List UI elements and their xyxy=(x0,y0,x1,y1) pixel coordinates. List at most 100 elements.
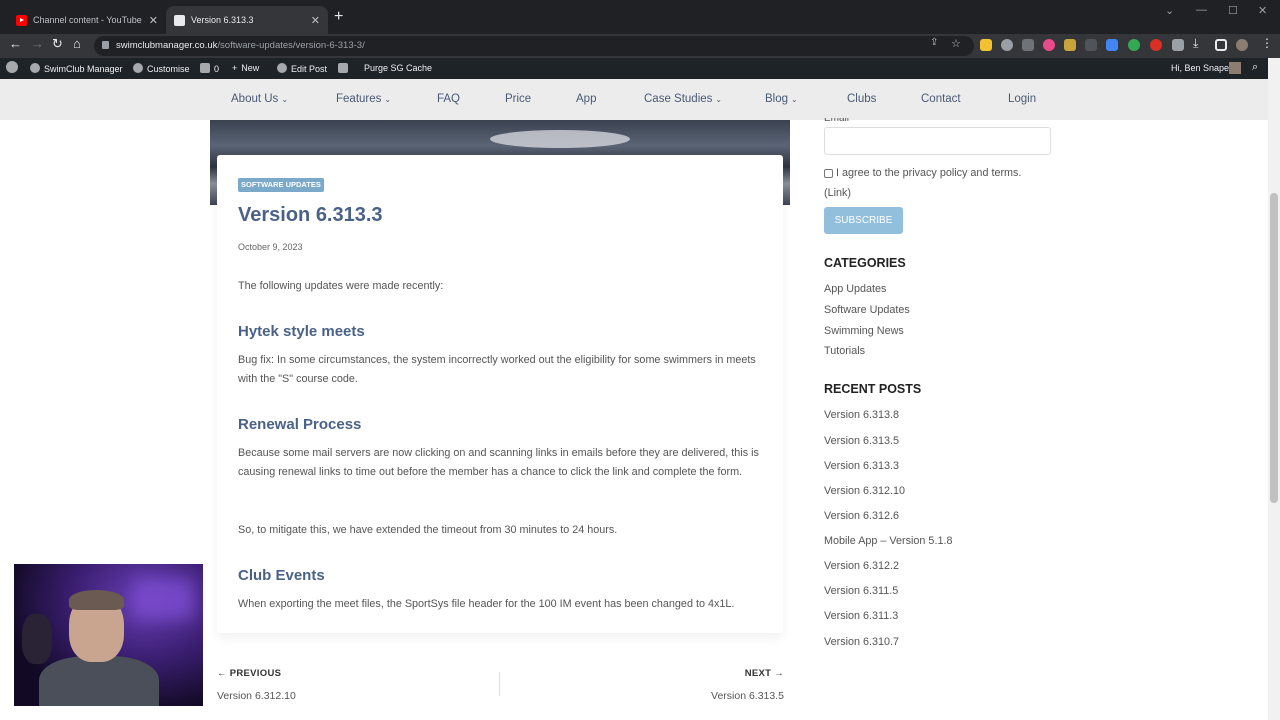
previous-post-link[interactable]: Version 6.312.10 xyxy=(217,690,296,702)
section-paragraph: When exporting the meet files, the Sport… xyxy=(238,598,735,610)
post-date: October 9, 2023 xyxy=(238,242,303,252)
recent-post-link[interactable]: Version 6.310.7 xyxy=(824,636,899,648)
nav-case-studies[interactable]: Case Studies ⌄ xyxy=(644,93,722,105)
download-icon[interactable]: ⤓ xyxy=(1193,36,1198,51)
account-greeting[interactable]: Hi, Ben Snape xyxy=(1171,63,1229,73)
maximize-icon[interactable]: ☐ xyxy=(1228,4,1238,17)
extension-notes-icon[interactable] xyxy=(980,39,992,51)
category-link[interactable]: Tutorials xyxy=(824,345,865,357)
nav-faq[interactable]: FAQ xyxy=(437,93,460,105)
category-link[interactable]: App Updates xyxy=(824,283,886,295)
new-tab-icon[interactable]: + xyxy=(334,8,343,26)
plus-icon: + xyxy=(232,63,238,73)
subscribe-button[interactable]: SUBSCRIBE xyxy=(824,207,903,234)
privacy-checkbox[interactable] xyxy=(824,169,833,178)
extensions-puzzle-icon[interactable] xyxy=(1172,39,1184,51)
recent-post-link[interactable]: Version 6.312.2 xyxy=(824,560,899,572)
yoast-icon[interactable] xyxy=(338,63,352,74)
category-badge[interactable]: SOFTWARE UPDATES xyxy=(238,178,324,192)
recent-post-link[interactable]: Version 6.313.5 xyxy=(824,435,899,447)
recent-post-link[interactable]: Version 6.311.5 xyxy=(824,585,898,597)
wordpress-logo-icon[interactable] xyxy=(6,61,22,74)
extension-gear-icon[interactable] xyxy=(1001,39,1013,51)
section-paragraph: So, to mitigate this, we have extended t… xyxy=(238,524,618,536)
next-label[interactable]: NEXT → xyxy=(745,668,784,679)
recent-post-link[interactable]: Version 6.312.6 xyxy=(824,510,899,522)
recent-post-link[interactable]: Version 6.313.3 xyxy=(824,460,899,472)
purge-cache-link[interactable]: Purge SG Cache xyxy=(364,63,432,73)
page-scrollbar[interactable] xyxy=(1268,58,1280,720)
close-tab-icon[interactable]: ✕ xyxy=(149,14,158,27)
comments-link[interactable]: 0 xyxy=(200,63,219,74)
chevron-down-icon: ⌄ xyxy=(384,95,392,104)
extension-red-icon[interactable] xyxy=(1150,39,1162,51)
previous-label[interactable]: ← PREVIOUS xyxy=(217,668,281,679)
nav-login[interactable]: Login xyxy=(1008,93,1036,105)
category-link[interactable]: Software Updates xyxy=(824,304,910,316)
profile-avatar[interactable] xyxy=(1236,39,1248,51)
chevron-down-icon: ⌄ xyxy=(715,95,723,104)
nav-app[interactable]: App xyxy=(576,93,596,105)
window-close-icon[interactable]: ✕ xyxy=(1258,4,1267,17)
extension-crop-icon[interactable] xyxy=(1085,39,1097,51)
section-paragraph: Because some mail servers are now clicki… xyxy=(238,447,759,478)
nav-blog[interactable]: Blog ⌄ xyxy=(765,93,798,105)
share-icon[interactable]: ⇪ xyxy=(930,37,938,48)
section-heading: Renewal Process xyxy=(238,416,362,433)
brush-icon xyxy=(133,63,143,73)
minimize-icon[interactable]: — xyxy=(1196,4,1207,16)
privacy-link[interactable]: (Link) xyxy=(824,187,851,199)
nav-contact[interactable]: Contact xyxy=(921,93,961,105)
recent-post-link[interactable]: Version 6.313.8 xyxy=(824,409,899,421)
dashboard-icon xyxy=(30,63,40,73)
forward-icon[interactable]: → xyxy=(31,36,44,51)
pencil-icon xyxy=(277,63,287,73)
close-tab-icon[interactable]: ✕ xyxy=(311,14,320,27)
extension-mail-icon[interactable] xyxy=(1022,39,1034,51)
new-link[interactable]: + New xyxy=(232,63,259,73)
extension-rss-icon[interactable] xyxy=(1064,39,1076,51)
wave-highlight xyxy=(490,130,630,148)
nav-clubs[interactable]: Clubs xyxy=(847,93,876,105)
tab-version-post[interactable]: Version 6.313.3 ✕ xyxy=(166,6,328,34)
browser-toolbar: ← → ↻ ⌂ swimclubmanager.co.uk/software-u… xyxy=(0,34,1280,58)
youtube-icon xyxy=(16,14,27,26)
back-icon[interactable]: ← xyxy=(9,36,22,51)
home-icon[interactable]: ⌂ xyxy=(73,36,81,51)
search-icon[interactable]: ⌕ xyxy=(1252,61,1258,74)
tab-title: Version 6.313.3 xyxy=(191,15,254,25)
browser-tab-strip: Channel content - YouTube Studio ✕ Versi… xyxy=(0,0,1280,34)
section-heading: Hytek style meets xyxy=(238,323,365,340)
extension-grammarly-icon[interactable] xyxy=(1128,39,1140,51)
email-field[interactable] xyxy=(824,127,1051,155)
bookmark-star-icon[interactable]: ☆ xyxy=(951,37,961,50)
site-navigation: About Us ⌄ Features ⌄ FAQ Price App Case S… xyxy=(0,79,1268,120)
nav-price[interactable]: Price xyxy=(505,93,531,105)
address-bar[interactable]: swimclubmanager.co.uk/software-updates/v… xyxy=(94,36,974,56)
customise-link[interactable]: Customise xyxy=(133,63,190,74)
recent-post-link[interactable]: Version 6.311.3 xyxy=(824,610,898,622)
category-link[interactable]: Swimming News xyxy=(824,325,904,337)
site-name-link[interactable]: SwimClub Manager xyxy=(30,63,123,74)
recent-posts-heading: RECENT POSTS xyxy=(824,382,922,396)
side-panel-icon[interactable] xyxy=(1215,39,1227,51)
post-intro: The following updates were made recently… xyxy=(238,280,444,292)
reload-icon[interactable]: ↻ xyxy=(52,36,63,52)
chevron-down-icon: ⌄ xyxy=(791,95,798,104)
recent-post-link[interactable]: Mobile App – Version 5.1.8 xyxy=(824,535,952,547)
nav-features[interactable]: Features ⌄ xyxy=(336,93,391,105)
scrollbar-thumb[interactable] xyxy=(1270,193,1278,503)
categories-heading: CATEGORIES xyxy=(824,256,906,270)
recent-post-link[interactable]: Version 6.312.10 xyxy=(824,485,905,497)
next-post-link[interactable]: Version 6.313.5 xyxy=(711,690,784,702)
edit-post-link[interactable]: Edit Post xyxy=(277,63,327,74)
extension-color-icon[interactable] xyxy=(1043,39,1055,51)
tab-youtube-studio[interactable]: Channel content - YouTube Studio ✕ xyxy=(8,6,166,34)
extension-drive-icon[interactable] xyxy=(1106,39,1118,51)
tab-search-icon[interactable]: ⌄ xyxy=(1165,4,1174,17)
admin-avatar[interactable] xyxy=(1229,62,1241,74)
section-paragraph: Bug fix: In some circumstances, the syst… xyxy=(238,354,756,385)
menu-dots-icon[interactable]: ⋮ xyxy=(1261,36,1273,50)
site-favicon-icon xyxy=(174,14,185,26)
nav-about-us[interactable]: About Us ⌄ xyxy=(231,93,288,105)
